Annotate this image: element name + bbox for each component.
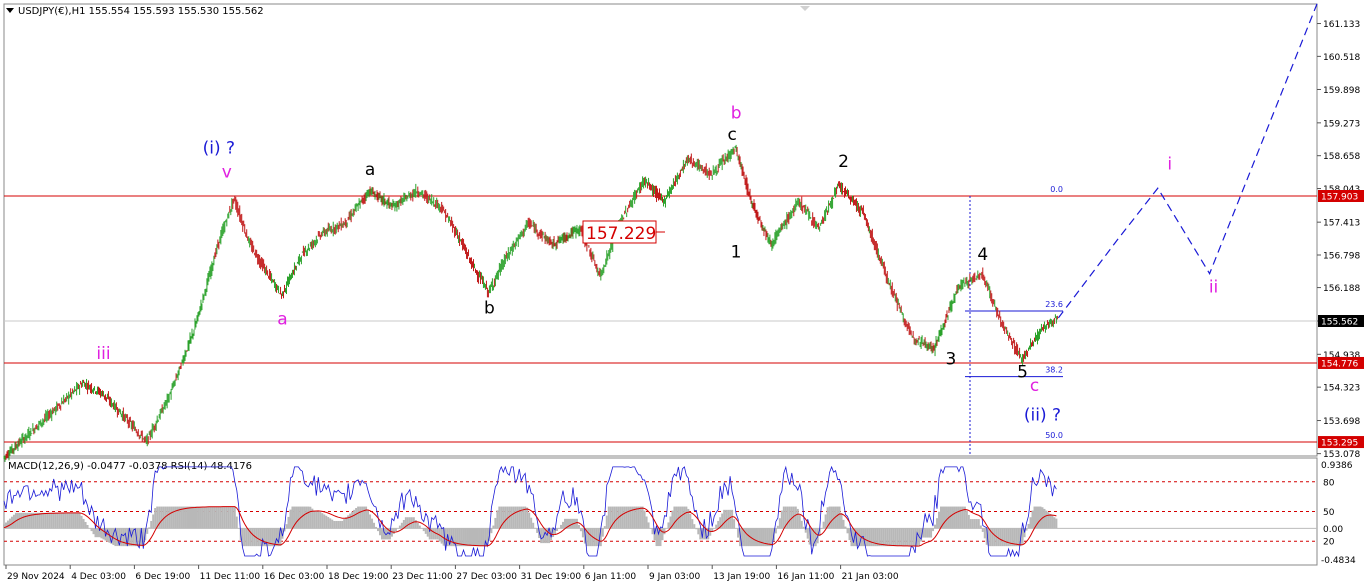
price-tick-label: 160.518: [1323, 53, 1360, 63]
wave-label: i: [1167, 154, 1172, 174]
time-tick-label: 11 Dec 11:00: [200, 572, 261, 582]
wave-label: b: [731, 104, 742, 124]
wave-label: (i) ?: [203, 138, 235, 158]
scroll-marker-icon: [800, 6, 810, 11]
candlestick-group: [3, 144, 1058, 462]
wave-label: 2: [838, 152, 849, 172]
time-tick-label: 18 Dec 19:00: [328, 572, 389, 582]
price-tick-label: 157.413: [1323, 219, 1360, 229]
price-tick-label: 161.133: [1323, 20, 1360, 30]
rsi-axis-80: 80: [1323, 478, 1335, 488]
price-chart[interactable]: 161.133160.518159.898159.273158.658158.0…: [0, 0, 1366, 588]
main-panel-frame: [3, 3, 1318, 457]
rsi-axis-20: 20: [1323, 538, 1335, 548]
wave-label: v: [222, 162, 232, 182]
price-tick-label: 153.078: [1323, 450, 1360, 460]
rsi-axis-50: 50: [1323, 508, 1335, 518]
wave-label: c: [1030, 376, 1039, 396]
macd-axis-max: 0.9386: [1321, 461, 1353, 471]
price-tick-label: 153.698: [1323, 417, 1360, 427]
time-tick-label: 4 Dec 03:00: [71, 572, 126, 582]
time-tick-label: 6 Dec 19:00: [135, 572, 190, 582]
wave-label: 5: [1017, 363, 1028, 383]
wave-label: 3: [946, 349, 957, 369]
fib-level-label: 38.2: [1045, 366, 1063, 375]
fib-level-label: 50.0: [1045, 431, 1063, 440]
time-tick-label: 27 Dec 03:00: [456, 572, 517, 582]
macd-axis-min: -0.4834: [1321, 556, 1356, 566]
wave-label: 4: [977, 245, 988, 265]
current-price-tag-label: 155.562: [1321, 318, 1358, 328]
time-tick-label: 16 Jan 11:00: [777, 572, 834, 582]
wave-label: (ii) ?: [1024, 405, 1061, 425]
macd-axis-zero: 0.00: [1323, 525, 1343, 535]
projection-path: [1057, 3, 1318, 319]
wave-label: iii: [96, 344, 110, 364]
level-price-tag-label: 153.295: [1321, 439, 1358, 449]
time-tick-label: 31 Dec 19:00: [521, 572, 582, 582]
fib-level-label: 23.6: [1045, 300, 1063, 309]
wave-label: c: [727, 125, 736, 145]
time-tick-label: 16 Dec 03:00: [264, 572, 325, 582]
fib-level-label: 0.0: [1050, 185, 1063, 194]
price-tick-label: 158.658: [1323, 152, 1360, 162]
time-tick-label: 29 Nov 2024: [7, 572, 65, 582]
time-tick-label: 13 Jan 19:00: [713, 572, 770, 582]
price-tick-label: 159.273: [1323, 119, 1360, 129]
price-tick-label: 156.188: [1323, 284, 1360, 294]
level-price-tag-label: 157.903: [1321, 193, 1358, 203]
price-tick-label: 154.323: [1323, 384, 1360, 394]
wave-label: b: [484, 299, 495, 319]
price-tick-label: 159.898: [1323, 86, 1360, 96]
wave-label: ii: [1209, 277, 1218, 297]
wave-label: a: [277, 309, 287, 329]
time-tick-label: 23 Dec 11:00: [392, 572, 453, 582]
level-price-tag-label: 154.776: [1321, 359, 1358, 369]
wave-label: a: [365, 160, 375, 180]
wave-label: 1: [731, 243, 742, 263]
time-tick-label: 6 Jan 11:00: [585, 572, 637, 582]
time-tick-label: 21 Jan 03:00: [842, 572, 899, 582]
price-box-label: 157.229: [586, 224, 656, 244]
time-tick-label: 9 Jan 03:00: [649, 572, 701, 582]
price-tick-label: 156.798: [1323, 252, 1360, 262]
indicator-group: [3, 506, 1058, 547]
